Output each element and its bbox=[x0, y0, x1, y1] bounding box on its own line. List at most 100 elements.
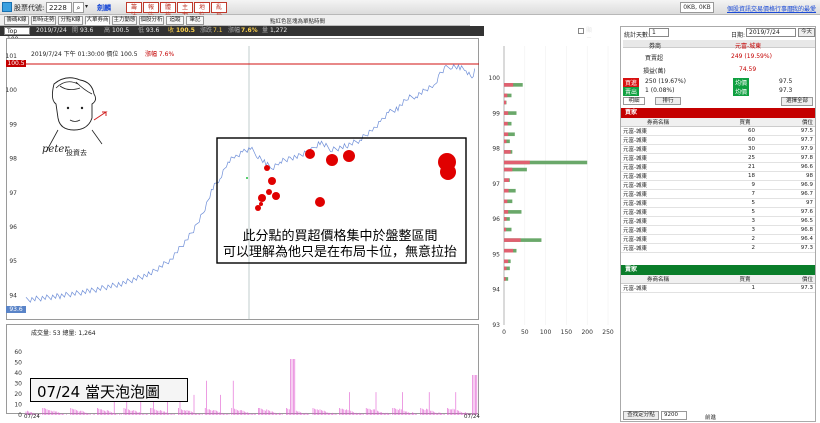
func-button-1[interactable]: 籌法 bbox=[126, 2, 142, 19]
date-input[interactable]: 2019/7/24 bbox=[746, 28, 796, 37]
search-icon[interactable]: ⌕ bbox=[73, 2, 84, 13]
link-stock-info[interactable]: 個股資訊 bbox=[727, 4, 751, 13]
caption-box: 07/24 當天泡泡圖 bbox=[30, 378, 188, 402]
col-broker[interactable]: 券商名稱 bbox=[621, 118, 717, 127]
stock-code-input[interactable]: 2228 bbox=[46, 2, 72, 13]
link-trade-price[interactable]: 交易價格 bbox=[751, 4, 775, 13]
buy-table-row[interactable]: 元富-城東 3 96.8 bbox=[621, 225, 815, 235]
volume-y-tick: 60 bbox=[14, 349, 22, 356]
buy-table-row[interactable]: 元富-城東 25 97.8 bbox=[621, 153, 815, 163]
buy-table-row[interactable]: 元富-城東 60 97.7 bbox=[621, 135, 815, 145]
buy-table-row[interactable]: 元富-城東 2 97.3 bbox=[621, 243, 815, 253]
dist-y-tick: 98 bbox=[492, 146, 500, 153]
buy-table-price-cell: 96.4 bbox=[773, 234, 815, 244]
dist-bar-sell bbox=[504, 277, 506, 281]
dropdown-arrow-icon[interactable]: ▾ bbox=[85, 3, 88, 10]
dist-bar-sell bbox=[504, 150, 511, 154]
show-volume-checkbox[interactable] bbox=[578, 28, 584, 34]
func-button-4[interactable]: 主力 bbox=[177, 2, 193, 19]
buy-table-row[interactable]: 元富-城東 30 97.9 bbox=[621, 144, 815, 154]
buy-table-qty-cell: 5 bbox=[717, 198, 773, 208]
dist-bar-sell bbox=[504, 100, 507, 105]
func-button-6[interactable]: 亂局 bbox=[211, 2, 227, 19]
pct-value: 7.6% bbox=[241, 27, 258, 34]
price-y-axis: 101 100 99 98 97 96 95 94 bbox=[6, 53, 18, 299]
tab-realtime[interactable]: 即時走勢 bbox=[31, 16, 56, 25]
bottom-go-label[interactable]: 前進 bbox=[705, 413, 716, 421]
dist-bar-sell bbox=[504, 111, 509, 115]
buy-table-qty-cell: 2 bbox=[717, 243, 773, 253]
price-y-tick: 96 bbox=[9, 224, 17, 231]
summary-sell-avg-value: 97.3 bbox=[779, 87, 793, 94]
sell-table-row[interactable]: 元富-城東 1 97.3 bbox=[621, 283, 815, 293]
tab-stock-analysis[interactable]: 個股分析 bbox=[139, 16, 164, 25]
summary-buysell-value: 249 (19.59%) bbox=[731, 53, 772, 60]
dist-bar-sell bbox=[504, 121, 508, 126]
buy-table-price-cell: 96.6 bbox=[773, 162, 815, 172]
summary-amount-value: 74.59 bbox=[739, 66, 757, 73]
day-select[interactable]: 1 bbox=[649, 28, 669, 37]
sell-col-price[interactable]: 價位 bbox=[773, 275, 815, 284]
cache-button[interactable]: 0KB, 0KB bbox=[680, 2, 714, 13]
tab-track[interactable]: 追蹤 bbox=[166, 16, 184, 25]
select-all-button[interactable]: 選擇全部 bbox=[781, 97, 813, 106]
col-qty[interactable]: 買賣 bbox=[717, 118, 773, 127]
quote-date: 2019/7/24 bbox=[36, 27, 67, 34]
buy-table: 券商名稱 買賣 價位 元富-城東 60 97.5 元富-城東 60 97.7 元富-城東 30… bbox=[621, 118, 815, 253]
volume-y-tick: 10 bbox=[14, 402, 22, 409]
dist-x-tick: 200 bbox=[581, 329, 593, 336]
trade-bubble bbox=[266, 189, 272, 195]
buy-table-price-cell: 97.7 bbox=[773, 135, 815, 145]
top-select[interactable]: Top 100 bbox=[4, 27, 30, 43]
buy-table-row[interactable]: 元富-城東 3 96.5 bbox=[621, 216, 815, 226]
tab-branch-k[interactable]: 分點K線 bbox=[58, 16, 83, 25]
dist-bar-sell bbox=[504, 178, 509, 182]
open-value: 93.6 bbox=[80, 27, 94, 34]
link-calendar[interactable]: 行事曆 bbox=[775, 4, 793, 13]
summary-block: 券商 元富-城東 買賣超 249 (19.59%) 損益(萬) 74.59 買進… bbox=[623, 40, 815, 96]
buy-table-row[interactable]: 元富-城東 21 96.6 bbox=[621, 162, 815, 172]
bottom-find-button[interactable]: 查找定分點 bbox=[623, 411, 659, 420]
buy-table-row[interactable]: 元富-城東 60 97.5 bbox=[621, 126, 815, 136]
buy-table-row[interactable]: 元富-城東 18 98 bbox=[621, 171, 815, 181]
trade-bubble bbox=[255, 205, 261, 211]
col-price[interactable]: 價位 bbox=[773, 118, 815, 127]
tab-notes[interactable]: 筆記 bbox=[186, 16, 204, 25]
subtab-detail[interactable]: 明細 bbox=[623, 97, 645, 105]
buy-table-broker-cell: 元富-城東 bbox=[621, 171, 717, 181]
func-button-3[interactable]: 體檢 bbox=[160, 2, 176, 19]
bottom-find-input[interactable]: 9200 bbox=[661, 411, 687, 420]
buy-table-row[interactable]: 元富-城東 7 96.7 bbox=[621, 189, 815, 199]
trade-bubble bbox=[268, 177, 276, 185]
buy-table-broker-cell: 元富-城東 bbox=[621, 225, 717, 235]
price-y-tick: 101 bbox=[6, 53, 18, 60]
sell-col-qty[interactable]: 買賣 bbox=[717, 275, 773, 284]
buy-table-row[interactable]: 元富-城東 5 97 bbox=[621, 198, 815, 208]
today-button[interactable]: 今天 bbox=[798, 28, 815, 37]
trade-bubble bbox=[259, 202, 263, 206]
distribution-y-axis: 100 99 98 97 96 95 94 93 bbox=[489, 75, 501, 329]
buy-table-row[interactable]: 元富-城東 5 97.6 bbox=[621, 207, 815, 217]
subtab-rank[interactable]: 排行 bbox=[655, 97, 681, 105]
trade-bubble bbox=[315, 197, 325, 207]
buy-table-qty-cell: 3 bbox=[717, 225, 773, 235]
buy-table-qty-cell: 60 bbox=[717, 126, 773, 136]
tab-chip-k[interactable]: 籌碼K線 bbox=[4, 16, 29, 25]
buy-table-price-cell: 97 bbox=[773, 198, 815, 208]
func-button-5[interactable]: 地位 bbox=[194, 2, 210, 19]
buy-table-row[interactable]: 元富-城東 2 96.4 bbox=[621, 234, 815, 244]
buy-table-header: 券商名稱 買賣 價位 bbox=[621, 118, 815, 127]
func-button-2[interactable]: 報告 bbox=[143, 2, 159, 19]
link-favorites[interactable]: 我的最愛 bbox=[792, 4, 816, 13]
tab-big-broker[interactable]: 大單券商 bbox=[85, 16, 110, 25]
tab-main-force[interactable]: 主力動態 bbox=[112, 16, 137, 25]
dist-y-tick: 97 bbox=[492, 181, 500, 188]
trade-bubble bbox=[272, 192, 280, 200]
buy-table-row[interactable]: 元富-城東 9 96.9 bbox=[621, 180, 815, 190]
buy-table-qty-cell: 30 bbox=[717, 144, 773, 154]
buy-table-qty-cell: 7 bbox=[717, 189, 773, 199]
trade-bubble bbox=[264, 165, 270, 171]
buy-table-broker-cell: 元富-城東 bbox=[621, 135, 717, 145]
summary-buy-value: 250 (19.67%) bbox=[645, 78, 686, 85]
sell-col-broker[interactable]: 券商名稱 bbox=[621, 275, 717, 284]
